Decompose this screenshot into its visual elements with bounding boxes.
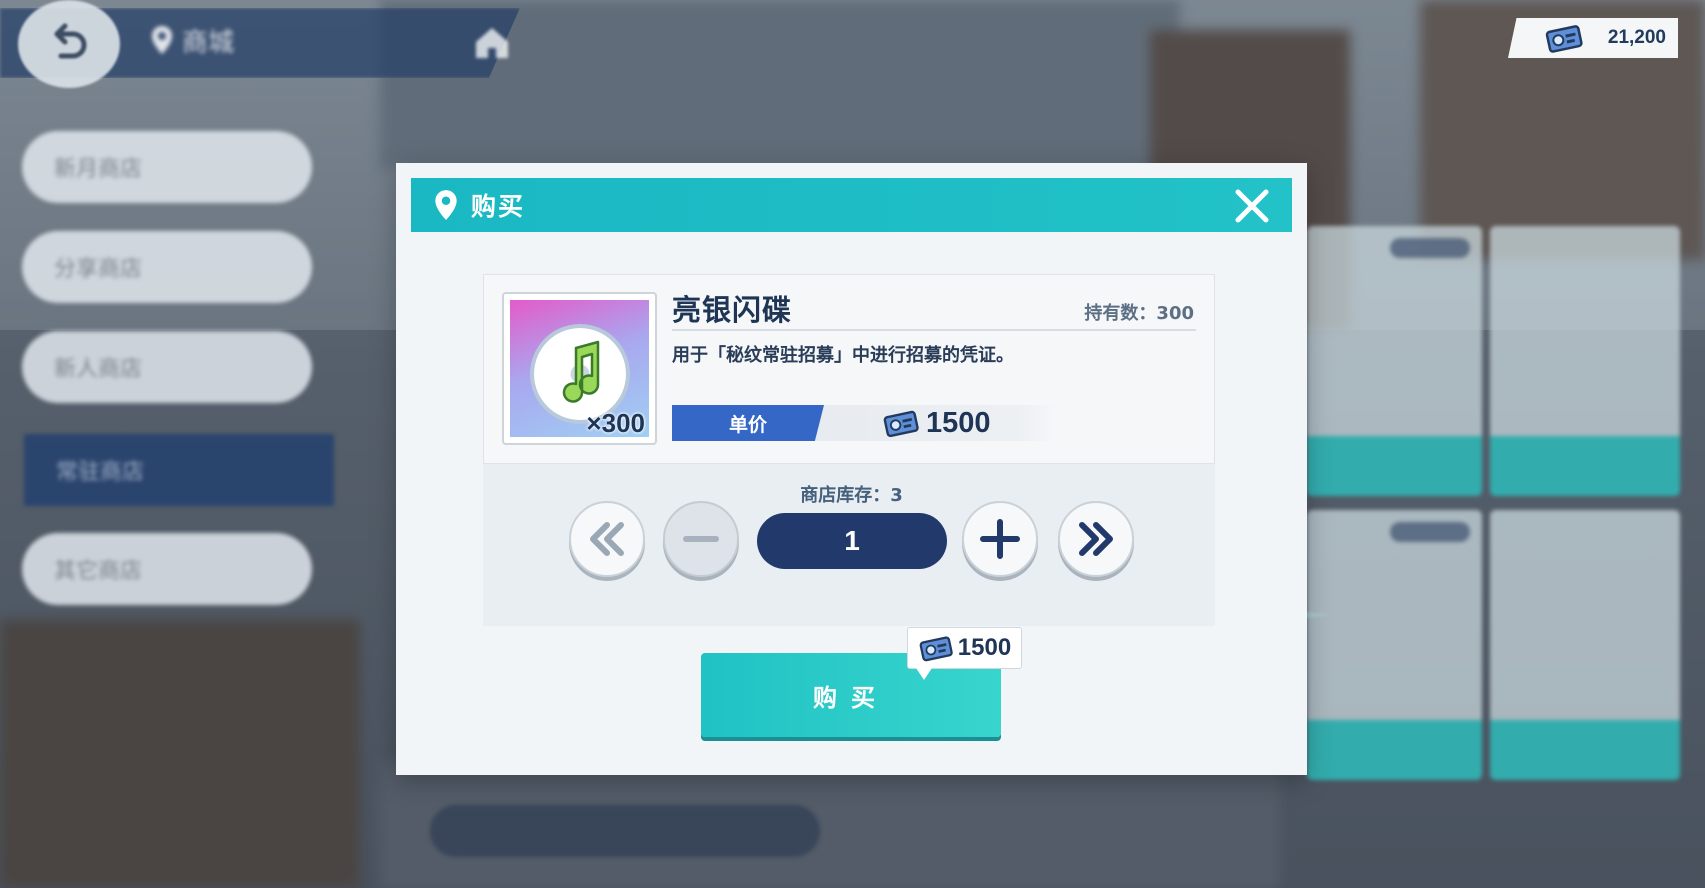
item-card: ×300 亮银闪碟 持有数：300 用于「秘纹常驻招募」中进行招募的凭证。 单价… xyxy=(483,274,1215,464)
item-thumbnail: ×300 xyxy=(502,292,657,445)
location-label: 商城 xyxy=(182,27,235,58)
double-chevron-left-icon xyxy=(590,522,624,556)
card-footer xyxy=(1490,436,1680,496)
bottom-info-pill xyxy=(430,805,820,857)
card-footer xyxy=(1307,436,1482,496)
dialog-header: 购买 xyxy=(411,178,1292,232)
shop-card[interactable] xyxy=(1307,510,1482,780)
back-arrow-icon xyxy=(54,23,87,59)
total-cost-value: 1500 xyxy=(957,634,1012,661)
close-icon[interactable] xyxy=(1232,186,1272,226)
unit-price-bar: 单价 1500 xyxy=(672,405,1056,441)
card-footer xyxy=(1307,720,1482,780)
unit-price-label: 单价 xyxy=(672,405,824,441)
increase-quantity-button[interactable] xyxy=(962,501,1038,577)
item-description: 用于「秘纹常驻招募」中进行招募的凭证。 xyxy=(672,345,1014,366)
music-note-icon xyxy=(562,340,600,403)
shop-card[interactable] xyxy=(1490,226,1680,496)
plus-icon xyxy=(980,519,1020,559)
location-tag: 商城 xyxy=(150,22,260,58)
item-owned-count: 持有数：300 xyxy=(1084,303,1194,324)
total-cost-bubble: 1500 xyxy=(907,627,1022,680)
minus-icon xyxy=(683,536,719,542)
home-icon[interactable] xyxy=(472,22,512,62)
sidebar-item-3-active[interactable]: 常驻商店 xyxy=(24,434,334,506)
ticket-card-icon xyxy=(1545,25,1583,53)
card-tag xyxy=(1390,238,1470,258)
unit-price-value: 1500 xyxy=(882,405,991,441)
currency-display: 21,200 xyxy=(1508,18,1678,58)
dialog-title: 购买 xyxy=(471,192,526,221)
sidebar-item-0[interactable]: 新月商店 xyxy=(22,131,312,203)
quantity-field[interactable]: 1 xyxy=(757,513,947,569)
card-tag xyxy=(1390,522,1470,542)
currency-value: 21,200 xyxy=(1607,27,1666,48)
item-divider xyxy=(672,329,1196,331)
item-thumb-quantity: ×300 xyxy=(586,408,645,437)
sidebar-item-2[interactable]: 新人商店 xyxy=(22,331,312,403)
decrease-quantity-button[interactable] xyxy=(663,501,739,577)
shop-stock-label: 商店库存：3 xyxy=(800,485,903,506)
location-pin-icon xyxy=(152,26,172,54)
unit-price-number: 1500 xyxy=(926,406,991,439)
max-quantity-button[interactable] xyxy=(1058,501,1134,577)
location-pin-icon xyxy=(435,190,457,220)
double-chevron-right-icon xyxy=(1079,522,1113,556)
ticket-card-icon xyxy=(919,636,953,662)
min-quantity-button[interactable] xyxy=(569,501,645,577)
back-button[interactable] xyxy=(18,0,120,88)
shop-card[interactable] xyxy=(1490,510,1680,780)
buy-button-label: 购买 xyxy=(813,683,889,712)
shop-card[interactable] xyxy=(1307,226,1482,496)
card-footer xyxy=(1490,720,1680,780)
sidebar-item-4[interactable]: 其它商店 xyxy=(22,533,312,605)
sidebar-item-1[interactable]: 分享商店 xyxy=(22,231,312,303)
ticket-card-icon xyxy=(883,410,919,438)
item-name: 亮银闪碟 xyxy=(672,293,793,327)
purchase-dialog: 购买 ×300 亮银闪碟 持有数：300 用于「秘纹常驻招募」中进行招募的凭证。… xyxy=(396,163,1307,775)
item-art: ×300 xyxy=(510,300,649,437)
